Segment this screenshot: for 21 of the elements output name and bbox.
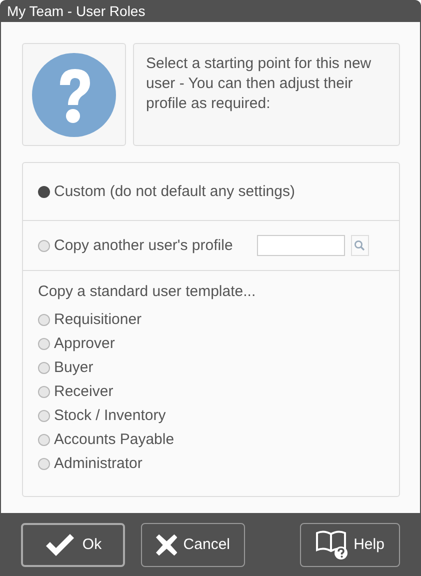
help-button[interactable]: Help [300,522,400,566]
window-title: My Team - User Roles [6,2,146,21]
section-heading: Copy a standard user template... [38,283,257,300]
ok-button[interactable]: Ok [21,522,125,566]
search-button[interactable] [350,235,369,256]
radio-option[interactable]: Administrator [38,455,384,472]
radio-option[interactable]: Stock / Inventory [38,407,384,424]
radio-option[interactable]: Approver [38,335,384,352]
radio-option[interactable]: Receiver [38,383,384,400]
question-icon [32,52,116,136]
radio-option[interactable]: Accounts Payable [38,431,384,448]
checkmark-icon [44,532,76,558]
book-help-icon [316,530,348,560]
radio-option[interactable]: Requisitioner [38,311,384,328]
cancel-button[interactable]: Cancel [141,522,245,566]
instruction-text: Select a starting point for this new user - You can then adjust their profile as required: [133,43,400,146]
radio-option[interactable]: Custom (do not default any settings) [38,183,295,200]
radio-option[interactable]: Copy another user's profile [38,237,233,254]
search-icon [354,240,366,251]
radio-option[interactable]: Buyer [38,359,384,376]
user-search-field[interactable] [256,235,345,256]
